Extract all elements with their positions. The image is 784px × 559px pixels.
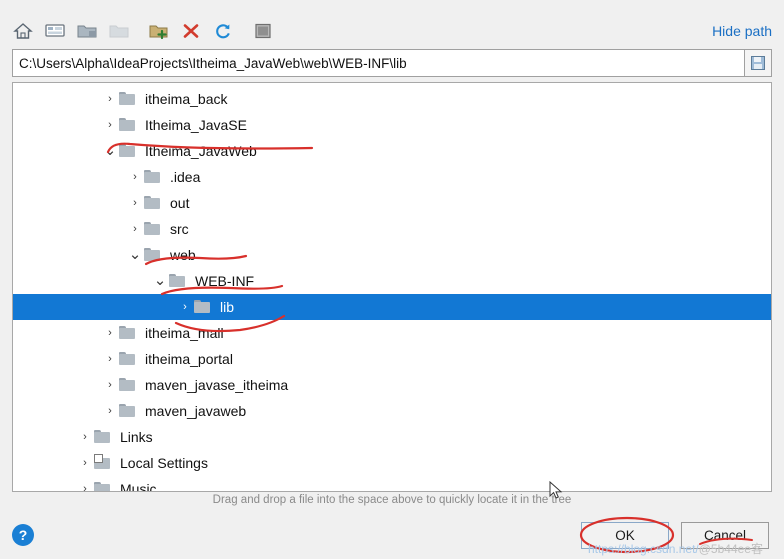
- tree-node[interactable]: › Local Settings: [13, 450, 771, 476]
- tree-node[interactable]: › maven_javase_itheima: [13, 372, 771, 398]
- chevron-right-icon[interactable]: ›: [101, 119, 119, 131]
- home-icon[interactable]: [8, 17, 38, 45]
- delete-icon[interactable]: [176, 17, 206, 45]
- watermark-prefix: https://blog.csdn.net/: [588, 542, 699, 556]
- tree-node-label: itheima_portal: [145, 351, 233, 367]
- tree-node[interactable]: › out: [13, 190, 771, 216]
- tree-node[interactable]: › lib: [13, 294, 771, 320]
- tree-node-label: src: [170, 221, 189, 237]
- chevron-down-icon[interactable]: ⌄: [126, 247, 144, 262]
- tree-node[interactable]: ⌄ Itheima_JavaWeb: [13, 138, 771, 164]
- chevron-right-icon[interactable]: ›: [76, 431, 94, 443]
- tree-node[interactable]: › Links: [13, 424, 771, 450]
- tree-node-label: out: [170, 195, 190, 211]
- tree-node-label: lib: [220, 299, 235, 315]
- folder-icon: [119, 403, 139, 419]
- desktop-icon[interactable]: [40, 17, 70, 45]
- tree-node-label: maven_javase_itheima: [145, 377, 289, 393]
- chevron-right-icon[interactable]: ›: [76, 457, 94, 469]
- title-bar-strip: [0, 0, 784, 14]
- folder-icon: [119, 91, 139, 107]
- chevron-right-icon[interactable]: ›: [101, 327, 119, 339]
- folder-icon: [144, 195, 164, 211]
- chevron-right-icon[interactable]: ›: [126, 171, 144, 183]
- tree-node-label: itheima_back: [145, 91, 228, 107]
- folder-icon: [169, 273, 189, 289]
- folder-icon: [119, 143, 139, 159]
- folder-icon: [119, 377, 139, 393]
- chevron-right-icon[interactable]: ›: [101, 405, 119, 417]
- tree-node-label: Local Settings: [120, 455, 208, 471]
- tree-node-label: .idea: [170, 169, 201, 185]
- choose-path-dialog: Hide path C:\Users\Alpha\IdeaProjects\It…: [0, 0, 784, 559]
- folder-icon: [144, 221, 164, 237]
- toolbar: Hide path: [0, 14, 784, 48]
- watermark: https://blog.csdn.net/@5b44ee客: [588, 540, 763, 557]
- tree-node[interactable]: › itheima_portal: [13, 346, 771, 372]
- folder-icon: [144, 169, 164, 185]
- floppy-icon[interactable]: [745, 49, 772, 77]
- tree-node-label: Links: [120, 429, 153, 445]
- chevron-right-icon[interactable]: ›: [126, 197, 144, 209]
- folder-icon[interactable]: [72, 17, 102, 45]
- path-input[interactable]: C:\Users\Alpha\IdeaProjects\Itheima_Java…: [12, 49, 745, 77]
- chevron-right-icon[interactable]: ›: [101, 353, 119, 365]
- folder-icon: [119, 351, 139, 367]
- show-hidden-icon[interactable]: [248, 17, 278, 45]
- tree-node[interactable]: ⌄ WEB-INF: [13, 268, 771, 294]
- directory-tree[interactable]: › itheima_back › Itheima_JavaSE ⌄ Itheima_Jav…: [12, 82, 772, 492]
- drag-drop-hint: Drag and drop a file into the space abov…: [212, 494, 572, 506]
- tree-node[interactable]: ⌄ web: [13, 242, 771, 268]
- chevron-right-icon[interactable]: ›: [176, 301, 194, 313]
- folder-icon: [144, 247, 164, 263]
- chevron-down-icon[interactable]: ⌄: [151, 273, 169, 288]
- folder-disabled-icon: [104, 17, 134, 45]
- folder-icon: [194, 299, 214, 315]
- chevron-right-icon[interactable]: ›: [76, 483, 94, 491]
- tree-node[interactable]: › Music: [13, 476, 771, 492]
- folder-icon: [119, 325, 139, 341]
- tree-node-label: itheima_mall: [145, 325, 224, 341]
- watermark-suffix: @5b44ee客: [698, 542, 763, 556]
- tree-node-label: WEB-INF: [195, 273, 255, 289]
- folder-link-icon: [94, 454, 114, 471]
- tree-node-label: maven_javaweb: [145, 403, 247, 419]
- chevron-right-icon[interactable]: ›: [126, 223, 144, 235]
- tree-node[interactable]: › itheima_mall: [13, 320, 771, 346]
- tree-node-label: Itheima_JavaWeb: [145, 143, 257, 159]
- help-button[interactable]: ?: [12, 524, 34, 546]
- tree-node-label: Itheima_JavaSE: [145, 117, 247, 133]
- hide-path-link[interactable]: Hide path: [712, 23, 776, 39]
- tree-node[interactable]: › src: [13, 216, 771, 242]
- tree-node[interactable]: › .idea: [13, 164, 771, 190]
- folder-icon: [94, 481, 114, 491]
- chevron-right-icon[interactable]: ›: [101, 379, 119, 391]
- tree-node-label: Music: [120, 481, 157, 492]
- new-folder-icon[interactable]: [144, 17, 174, 45]
- tree-node-label: web: [170, 247, 196, 263]
- folder-icon: [94, 429, 114, 445]
- path-row: C:\Users\Alpha\IdeaProjects\Itheima_Java…: [12, 49, 772, 77]
- folder-icon: [119, 117, 139, 133]
- chevron-down-icon[interactable]: ⌄: [101, 143, 119, 158]
- chevron-right-icon[interactable]: ›: [101, 93, 119, 105]
- tree-node[interactable]: › maven_javaweb: [13, 398, 771, 424]
- tree-node[interactable]: › itheima_back: [13, 86, 771, 112]
- tree-node[interactable]: › Itheima_JavaSE: [13, 112, 771, 138]
- refresh-icon[interactable]: [208, 17, 238, 45]
